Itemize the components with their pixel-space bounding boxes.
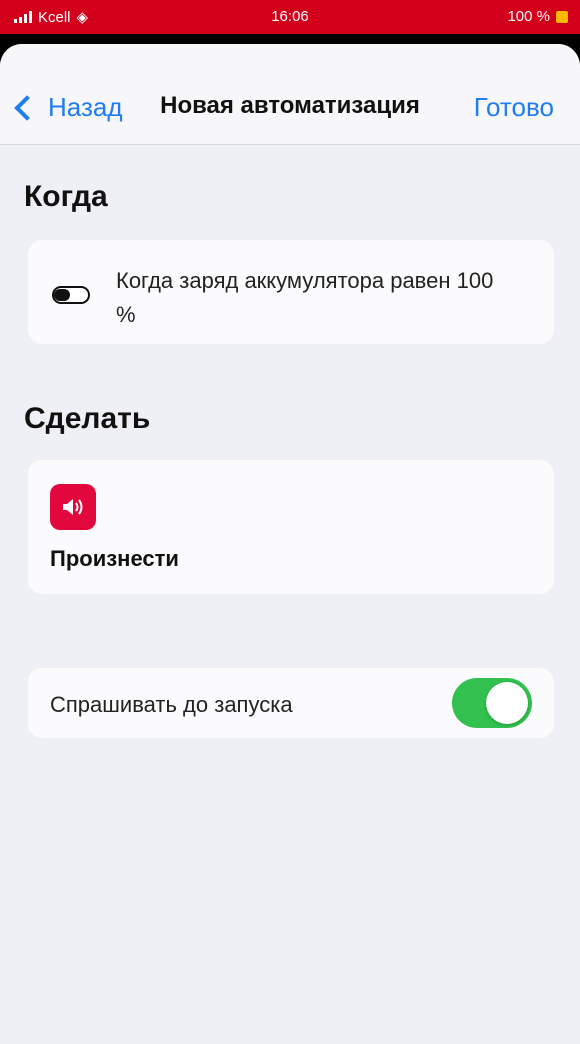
battery-percent: 100 % [507, 8, 550, 25]
do-section-title: Сделать [24, 402, 151, 435]
ask-before-run-row: Спрашивать до запуска [28, 668, 554, 738]
battery-icon [556, 10, 568, 23]
status-right: 100 % [507, 8, 568, 25]
speaker-icon [50, 484, 96, 530]
trigger-description: Когда заряд аккумулятора равен 100 % [116, 268, 494, 327]
action-label: Произнести [50, 546, 179, 571]
toggle-trigger-icon [52, 284, 92, 306]
ask-before-run-label: Спрашивать до запуска [50, 692, 293, 717]
when-section-title: Когда [24, 180, 108, 213]
automation-sheet: Назад Новая автоматизация Готово Когда К… [0, 44, 580, 1044]
toggle-knob [486, 682, 528, 724]
status-bar: Kcell ◈ 16:06 100 % [0, 0, 580, 34]
status-time: 16:06 [271, 8, 309, 25]
ask-before-run-toggle[interactable] [452, 678, 532, 728]
navigation-bar: Назад Новая автоматизация Готово [0, 44, 580, 145]
action-card[interactable]: Произнести [28, 460, 554, 594]
done-button[interactable]: Готово [474, 92, 554, 123]
trigger-card[interactable]: Когда заряд аккумулятора равен 100 % [28, 240, 554, 344]
